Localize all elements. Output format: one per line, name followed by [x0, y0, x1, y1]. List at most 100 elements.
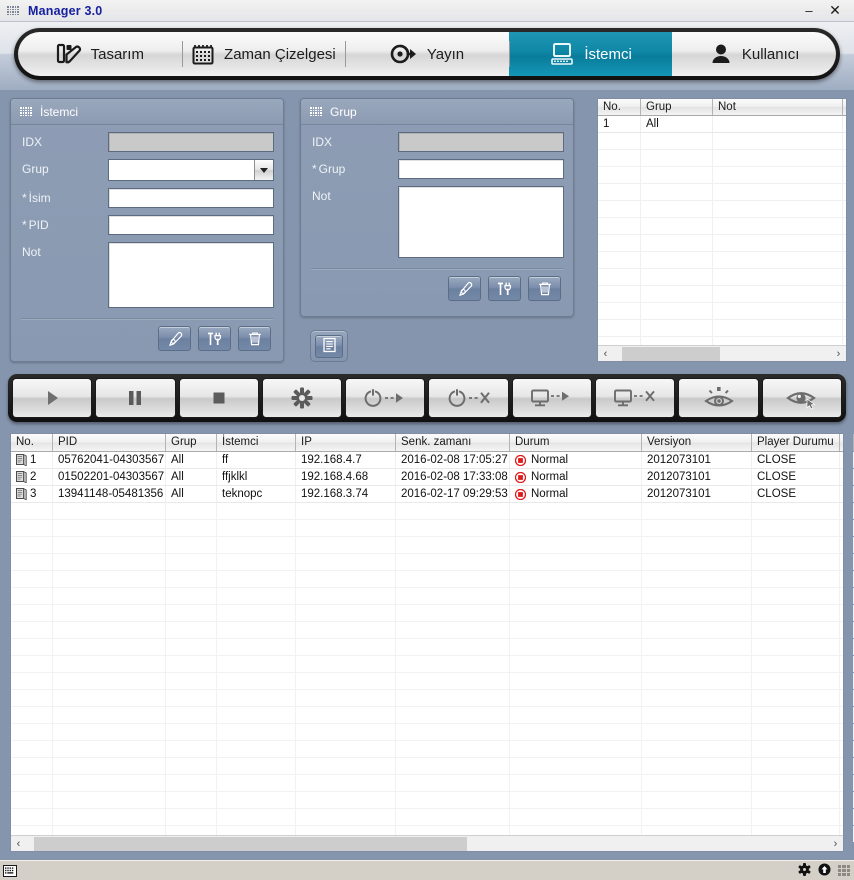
cell-empty: [510, 741, 642, 757]
group-grid-empty-row[interactable]: [598, 252, 846, 269]
group-edit-button[interactable]: [488, 276, 521, 301]
client-table-column-senk-zaman[interactable]: Senk. zamanı: [396, 434, 510, 451]
group-grid-empty-row[interactable]: [598, 150, 846, 167]
group-grid-col-not[interactable]: Not: [713, 99, 843, 115]
tab-istemci[interactable]: İstemci: [508, 32, 673, 76]
table-empty-row[interactable]: [11, 758, 854, 775]
group-grid-empty-row[interactable]: [598, 184, 846, 201]
stop-button[interactable]: [178, 378, 259, 418]
table-empty-row[interactable]: [11, 537, 854, 554]
table-empty-row[interactable]: [11, 605, 854, 622]
table-empty-row[interactable]: [11, 520, 854, 537]
table-empty-row[interactable]: [11, 690, 854, 707]
isim-input[interactable]: [108, 188, 274, 208]
client-edit-button[interactable]: [198, 326, 231, 351]
group-grid-empty-row[interactable]: [598, 167, 846, 184]
client-table-column-grup[interactable]: Grup: [166, 434, 217, 451]
table-empty-row[interactable]: [11, 622, 854, 639]
scroll-right-arrow[interactable]: ›: [831, 347, 846, 361]
client-table-column-i-stemci[interactable]: İstemci: [217, 434, 296, 451]
client-delete-button[interactable]: [238, 326, 271, 351]
screen-on-button[interactable]: [511, 378, 593, 418]
minimize-button[interactable]: –: [796, 0, 822, 22]
group-not-textarea[interactable]: [398, 186, 564, 258]
scroll-right-arrow[interactable]: ›: [828, 837, 843, 851]
table-empty-row[interactable]: [11, 775, 854, 792]
group-grid-empty-row[interactable]: [598, 218, 846, 235]
table-row[interactable]: 1 05762041-04303567 All ff 192.168.4.7 2016-0…: [11, 452, 854, 469]
group-grid-empty-row[interactable]: [598, 286, 846, 303]
table-empty-row[interactable]: [11, 571, 854, 588]
settings-button[interactable]: [261, 378, 343, 418]
tab-kullanici[interactable]: Kullanıcı: [672, 32, 836, 76]
table-empty-row[interactable]: [11, 656, 854, 673]
preview-button[interactable]: [678, 378, 759, 418]
gear-status-icon[interactable]: [798, 862, 811, 879]
table-empty-row[interactable]: [11, 554, 854, 571]
group-grid-empty-row[interactable]: [598, 303, 846, 320]
table-empty-row[interactable]: [11, 673, 854, 690]
group-delete-button[interactable]: [528, 276, 561, 301]
upload-status-icon[interactable]: [818, 863, 831, 879]
table-empty-row[interactable]: [11, 707, 854, 724]
chevron-down-icon[interactable]: [254, 160, 273, 180]
tab-label: Zaman Çizelgesi: [224, 45, 336, 63]
client-table-column-player-durumu[interactable]: Player Durumu: [752, 434, 840, 451]
group-grid-row[interactable]: 1 All: [598, 116, 846, 133]
cell-empty: [296, 656, 396, 672]
not-textarea[interactable]: [108, 242, 274, 308]
resize-grip[interactable]: [838, 864, 850, 877]
scroll-thumb[interactable]: [621, 346, 720, 361]
table-empty-row[interactable]: [11, 503, 854, 520]
table-empty-row[interactable]: [11, 809, 854, 826]
scroll-left-arrow[interactable]: ‹: [598, 347, 613, 361]
group-grid-empty-row[interactable]: [598, 320, 846, 337]
scroll-left-arrow[interactable]: ‹: [11, 837, 26, 851]
group-detail-button[interactable]: [310, 330, 348, 362]
scroll-thumb[interactable]: [34, 836, 468, 851]
client-add-button[interactable]: [158, 326, 191, 351]
table-row[interactable]: 3 13941148-05481356 All teknopc 192.168.3.74…: [11, 486, 854, 503]
group-grid-empty-row[interactable]: [598, 201, 846, 218]
client-table-hscrollbar[interactable]: ‹ ›: [11, 835, 843, 851]
client-table-column-durum[interactable]: Durum: [510, 434, 642, 451]
grup-select[interactable]: [108, 159, 274, 181]
power-off-button[interactable]: [428, 378, 509, 418]
group-grid[interactable]: No. Grup Not 1 All ‹ ›: [597, 98, 847, 362]
group-grid-hscrollbar[interactable]: ‹ ›: [598, 345, 846, 361]
group-name-input[interactable]: [398, 159, 564, 179]
client-table-column-no[interactable]: No.: [11, 434, 53, 451]
pause-button[interactable]: [95, 378, 176, 418]
power-on-button[interactable]: [345, 378, 426, 418]
screen-off-button[interactable]: [595, 378, 676, 418]
play-button[interactable]: [12, 378, 93, 418]
cell-empty: [296, 724, 396, 740]
client-table[interactable]: No. PID Grup İstemci IP Senk. zamanı Durum Vers…: [10, 433, 854, 852]
client-table-column-ip[interactable]: IP: [296, 434, 396, 451]
table-empty-row[interactable]: [11, 741, 854, 758]
client-table-column-versiyon[interactable]: Versiyon: [642, 434, 752, 451]
scroll-track[interactable]: [26, 836, 828, 851]
group-grid-empty-row[interactable]: [598, 235, 846, 252]
close-button[interactable]: ✕: [822, 0, 848, 22]
client-table-column-pid[interactable]: PID: [53, 434, 166, 451]
tab-zaman-cizelgesi[interactable]: Zaman Çizelgesi: [181, 32, 346, 76]
table-empty-row[interactable]: [11, 724, 854, 741]
client-table-column-extra[interactable]: [840, 434, 854, 451]
group-grid-empty-row[interactable]: [598, 133, 846, 150]
group-grid-col-grup[interactable]: Grup: [641, 99, 713, 115]
table-empty-row[interactable]: [11, 588, 854, 605]
table-empty-row[interactable]: [11, 639, 854, 656]
tab-yayin[interactable]: Yayın: [345, 32, 509, 76]
cell-empty: [217, 673, 296, 689]
pid-input[interactable]: [108, 215, 274, 235]
group-grid-empty-row[interactable]: [598, 269, 846, 286]
remote-preview-button[interactable]: [761, 378, 842, 418]
gear-icon: [290, 386, 314, 410]
table-row[interactable]: 2 01502201-04303567 All ffjklkl 192.168.4.68…: [11, 469, 854, 486]
group-grid-col-no[interactable]: No.: [598, 99, 641, 115]
table-empty-row[interactable]: [11, 792, 854, 809]
scroll-track[interactable]: [613, 346, 831, 361]
tab-tasarim[interactable]: Tasarım: [18, 32, 182, 76]
group-add-button[interactable]: [448, 276, 481, 301]
